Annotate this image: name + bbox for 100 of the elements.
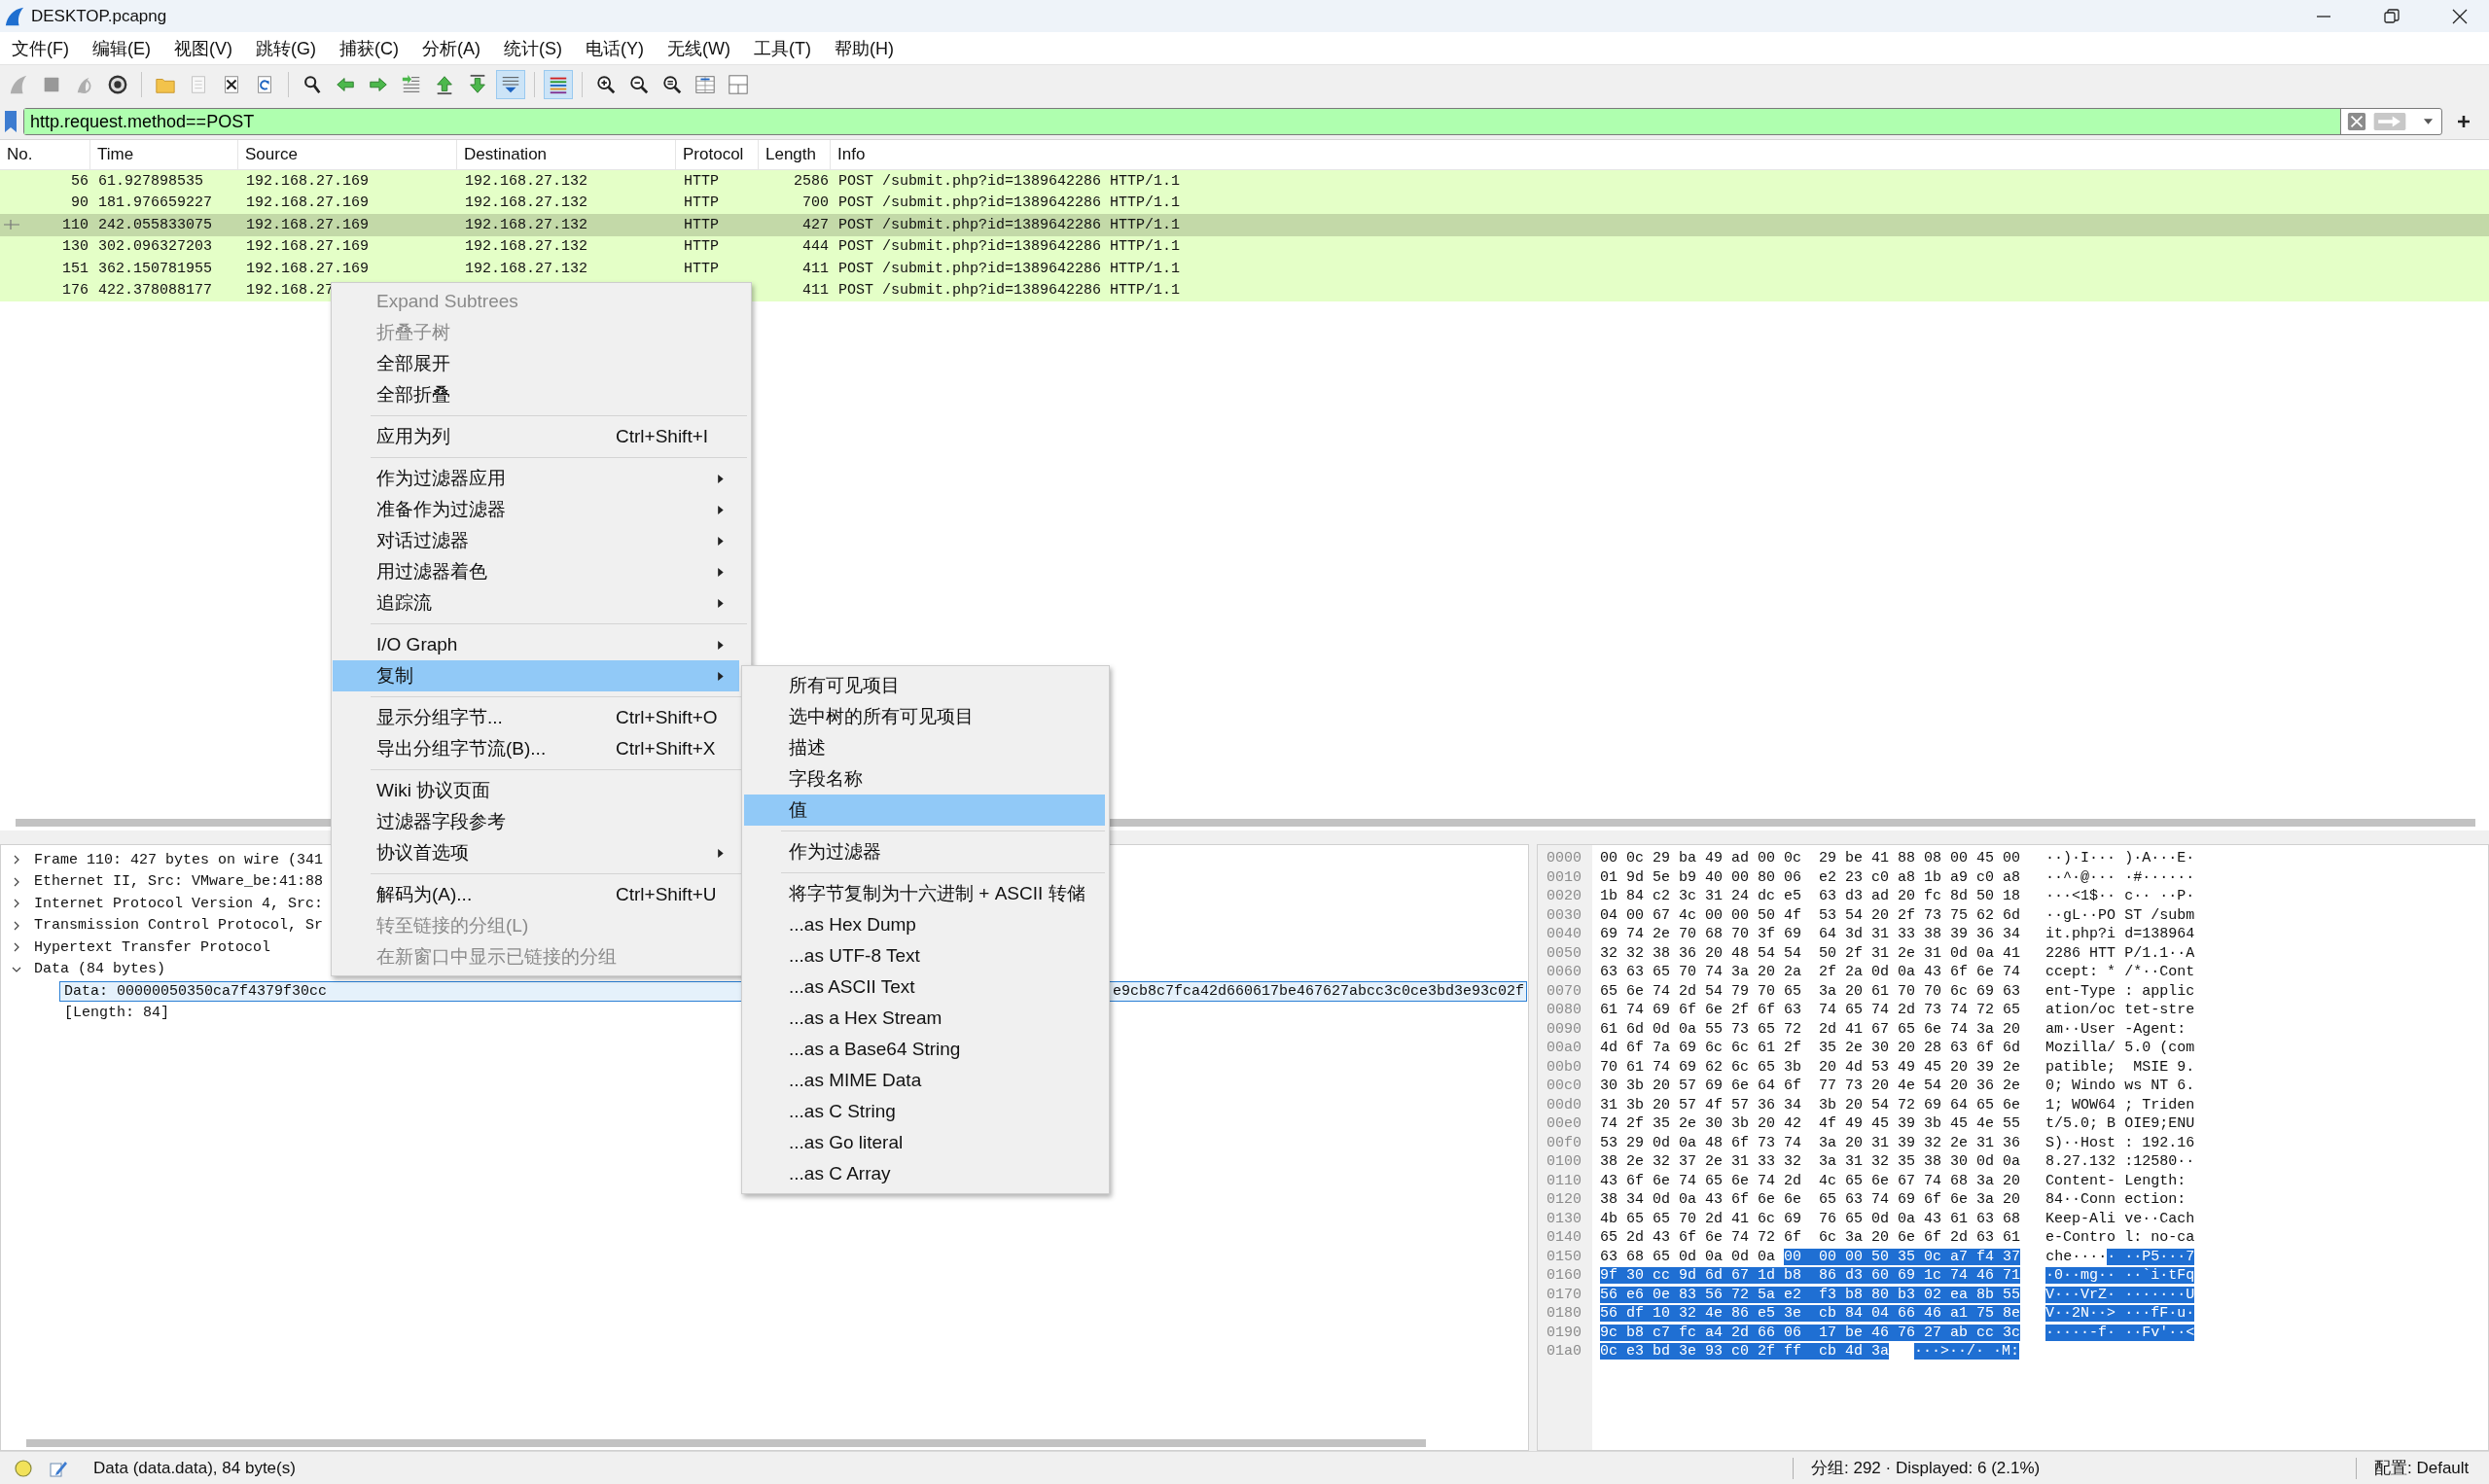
byte-offset: 00c0: [1546, 1078, 1582, 1095]
byte-offset: 0130: [1546, 1210, 1582, 1227]
table-cell: 110: [62, 216, 89, 233]
hex-bytes: 69 74 2e 70 68 70 3f 69 64 3d 31 33 38 39 36 34: [1600, 926, 2021, 943]
table-cell-text: 61.927898535: [97, 172, 205, 190]
ascii-text: ··^·@··· ·#······: [2045, 868, 2195, 886]
ascii-text: V···VrZ· ·······U: [2045, 1286, 2195, 1303]
hex-bytes: 9c b8 c7 fc a4 2d 66 06 17 be 46 76 27 ab cc 3c: [1600, 1324, 2021, 1341]
table-cell: HTTP: [684, 216, 719, 233]
table-cell-text: POST /submit.php?id=1389642286 HTTP/1.1: [837, 238, 1182, 256]
table-cell: 192.168.27.132: [465, 172, 588, 190]
hex-bytes: 65 2d 43 6f 6e 74 72 6f 6c 3a 20 6e 6f 2d 63 61: [1600, 1229, 2021, 1247]
table-cell: HTTP: [684, 172, 719, 190]
byte-offset: 00f0: [1546, 1134, 1582, 1151]
table-cell-text: 192.168.27.169: [245, 172, 371, 190]
table-cell-text: 181.976659227: [97, 194, 214, 212]
hex-bytes: 0c e3 bd 3e 93 c0 2f ff cb 4d 3a: [1600, 1343, 1890, 1360]
byte-offset: 0180: [1546, 1305, 1582, 1323]
hex-bytes: 70 61 74 69 62 6c 65 3b 20 4d 53 49 45 20 39 2e: [1600, 1058, 2021, 1076]
hex-bytes: 04 00 67 4c 00 00 50 4f 53 54 20 2f 73 75 62 6d: [1600, 906, 2021, 924]
ascii-text: it.php?i d=138964: [2045, 926, 2195, 943]
hex-bytes: 43 6f 6e 74 65 6e 74 2d 4c 65 6e 67 74 68 3a 20: [1600, 1172, 2021, 1189]
ascii-text: Keep-Ali ve··Cach: [2045, 1210, 2195, 1227]
ascii-text: che····· ··P5···7: [2045, 1248, 2195, 1265]
table-cell: HTTP: [684, 194, 719, 212]
hex-bytes: 9f 30 cc 9d 6d 67 1d b8 86 d3 60 69 1c 74 46 71: [1600, 1267, 2021, 1285]
ascii-text: patible; MSIE 9.: [2045, 1058, 2195, 1076]
ascii-text: e-Contro l: no-ca: [2045, 1229, 2195, 1247]
table-cell-text: 422.378088177: [97, 282, 214, 300]
ascii-text: V··2N··> ···fF·u·: [2045, 1305, 2195, 1323]
hex-bytes: 4b 65 65 70 2d 41 6c 69 76 65 0d 0a 43 61 63 68: [1600, 1210, 2021, 1227]
hex-bytes: 38 2e 32 37 2e 31 33 32 3a 31 32 35 38 30 0d 0a: [1600, 1153, 2021, 1171]
table-cell: 192.168.27.132: [465, 216, 588, 233]
byte-offset: 0040: [1546, 926, 1582, 943]
ascii-text: S)··Host : 192.16: [2045, 1134, 2195, 1151]
table-cell-text: 2586: [793, 172, 830, 190]
ascii-text: ation/oc tet-stre: [2045, 1002, 2195, 1019]
byte-offset: 0060: [1546, 964, 1582, 981]
byte-offset: 01a0: [1546, 1343, 1582, 1360]
byte-offset: 00a0: [1546, 1040, 1582, 1057]
table-cell-text: 444: [801, 238, 830, 256]
table-cell-text: 192.168.27.169: [245, 216, 371, 233]
hex-bytes: 30 3b 20 57 69 6e 64 6f 77 73 20 4e 54 20 36 2e: [1600, 1078, 2021, 1095]
table-cell-text: 411: [801, 260, 830, 277]
ascii-text: t/5.0; B OIE9;ENU: [2045, 1115, 2195, 1133]
byte-offset: 0140: [1546, 1229, 1582, 1247]
ascii-text: 84··Conn ection:: [2045, 1191, 2187, 1209]
ascii-text: ···<1$·· c·· ··P·: [2045, 888, 2195, 905]
packet-count: 分组: 292 · Displayed: 6 (2.1%): [1810, 1458, 2042, 1479]
table-cell-text: POST /submit.php?id=1389642286 HTTP/1.1: [837, 194, 1182, 212]
hex-bytes: 4d 6f 7a 69 6c 6c 61 2f 35 2e 30 20 28 63 6f 6d: [1600, 1040, 2021, 1057]
byte-offset: 0160: [1546, 1267, 1582, 1285]
byte-offset: 0030: [1546, 906, 1582, 924]
table-cell: 192.168.27.132: [465, 238, 588, 256]
byte-offset: 0090: [1546, 1020, 1582, 1038]
table-cell-text: POST /submit.php?id=1389642286 HTTP/1.1: [837, 172, 1182, 190]
table-cell-text: 242.055833075: [97, 216, 214, 233]
ascii-text: Mozilla/ 5.0 (com: [2045, 1040, 2195, 1057]
table-cell: 151: [62, 260, 89, 277]
table-cell-text: 192.168.27: [245, 282, 335, 300]
hex-bytes: 53 29 0d 0a 48 6f 73 74 3a 20 31 39 32 2e 31 36: [1600, 1134, 2021, 1151]
hex-bytes: 56 df 10 32 4e 86 e5 3e cb 84 04 66 46 a1 75 8e: [1600, 1305, 2021, 1323]
byte-offset: 0120: [1546, 1191, 1582, 1209]
ascii-text: Content- Length:: [2045, 1172, 2187, 1189]
ascii-text: ···>··/· ·M:: [1914, 1343, 2020, 1360]
ascii-text: ent-Type : applic: [2045, 982, 2195, 1000]
hex-bytes: 61 74 69 6f 6e 2f 6f 63 74 65 74 2d 73 74 72 65: [1600, 1002, 2021, 1019]
hex-bytes: 31 3b 20 57 4f 57 36 34 3b 20 54 72 69 64 65 6e: [1600, 1096, 2021, 1113]
table-cell: 176: [62, 282, 89, 300]
ascii-text: ··)·I··· )·A···E·: [2045, 850, 2195, 867]
table-cell-text: POST /submit.php?id=1389642286 HTTP/1.1: [837, 282, 1182, 300]
hex-bytes: 56 e6 0e 83 56 72 5a e2 f3 b8 80 b3 02 ea 8b 55: [1600, 1286, 2021, 1303]
table-cell-text: 302.096327203: [97, 238, 214, 256]
table-cell-text: 411: [801, 282, 830, 300]
ascii-text: ccept: * /*··Cont: [2045, 964, 2195, 981]
hex-bytes: 38 34 0d 0a 43 6f 6e 6e 65 63 74 69 6f 6e 3a 20: [1600, 1191, 2021, 1209]
byte-offset: 0080: [1546, 1002, 1582, 1019]
byte-offset: 0170: [1546, 1286, 1582, 1303]
byte-offset: 00b0: [1546, 1058, 1582, 1076]
ascii-text: 2286 HTT P/1.1··A: [2045, 944, 2195, 962]
byte-offset: 0190: [1546, 1324, 1582, 1341]
ascii-text: ·0··mg·· ··`i·tFq: [2045, 1267, 2195, 1285]
hex-bytes: 00 0c 29 ba 49 ad 00 0c 29 be 41 88 08 00 45 00: [1600, 850, 2021, 867]
table-cell-text: 362.150781955: [97, 260, 214, 277]
ascii-text: 8.27.132 :12580··: [2045, 1153, 2195, 1171]
table-cell-text: POST /submit.php?id=1389642286 HTTP/1.1: [837, 260, 1182, 277]
table-cell: 56: [71, 172, 89, 190]
byte-offset: 0020: [1546, 888, 1582, 905]
table-cell-text: 700: [801, 194, 830, 212]
ascii-text: am··User -Agent:: [2045, 1020, 2187, 1038]
hex-bytes: 32 32 38 36 20 48 54 54 50 2f 31 2e 31 0d 0a 41: [1600, 944, 2021, 962]
table-cell-text: 427: [801, 216, 830, 233]
table-cell: 192.168.27.132: [465, 260, 588, 277]
ascii-text: 0; Windo ws NT 6.: [2045, 1078, 2195, 1095]
table-cell: HTTP: [684, 260, 719, 277]
table-cell: 90: [71, 194, 89, 212]
hex-bytes: 01 9d 5e b9 40 00 80 06 e2 23 c0 a8 1b a9 c0 a8: [1600, 868, 2021, 886]
byte-offset: 0010: [1546, 868, 1582, 886]
hex-bytes: 65 6e 74 2d 54 79 70 65 3a 20 61 70 70 6c 69 63: [1600, 982, 2021, 1000]
byte-offset: 0000: [1546, 850, 1582, 867]
